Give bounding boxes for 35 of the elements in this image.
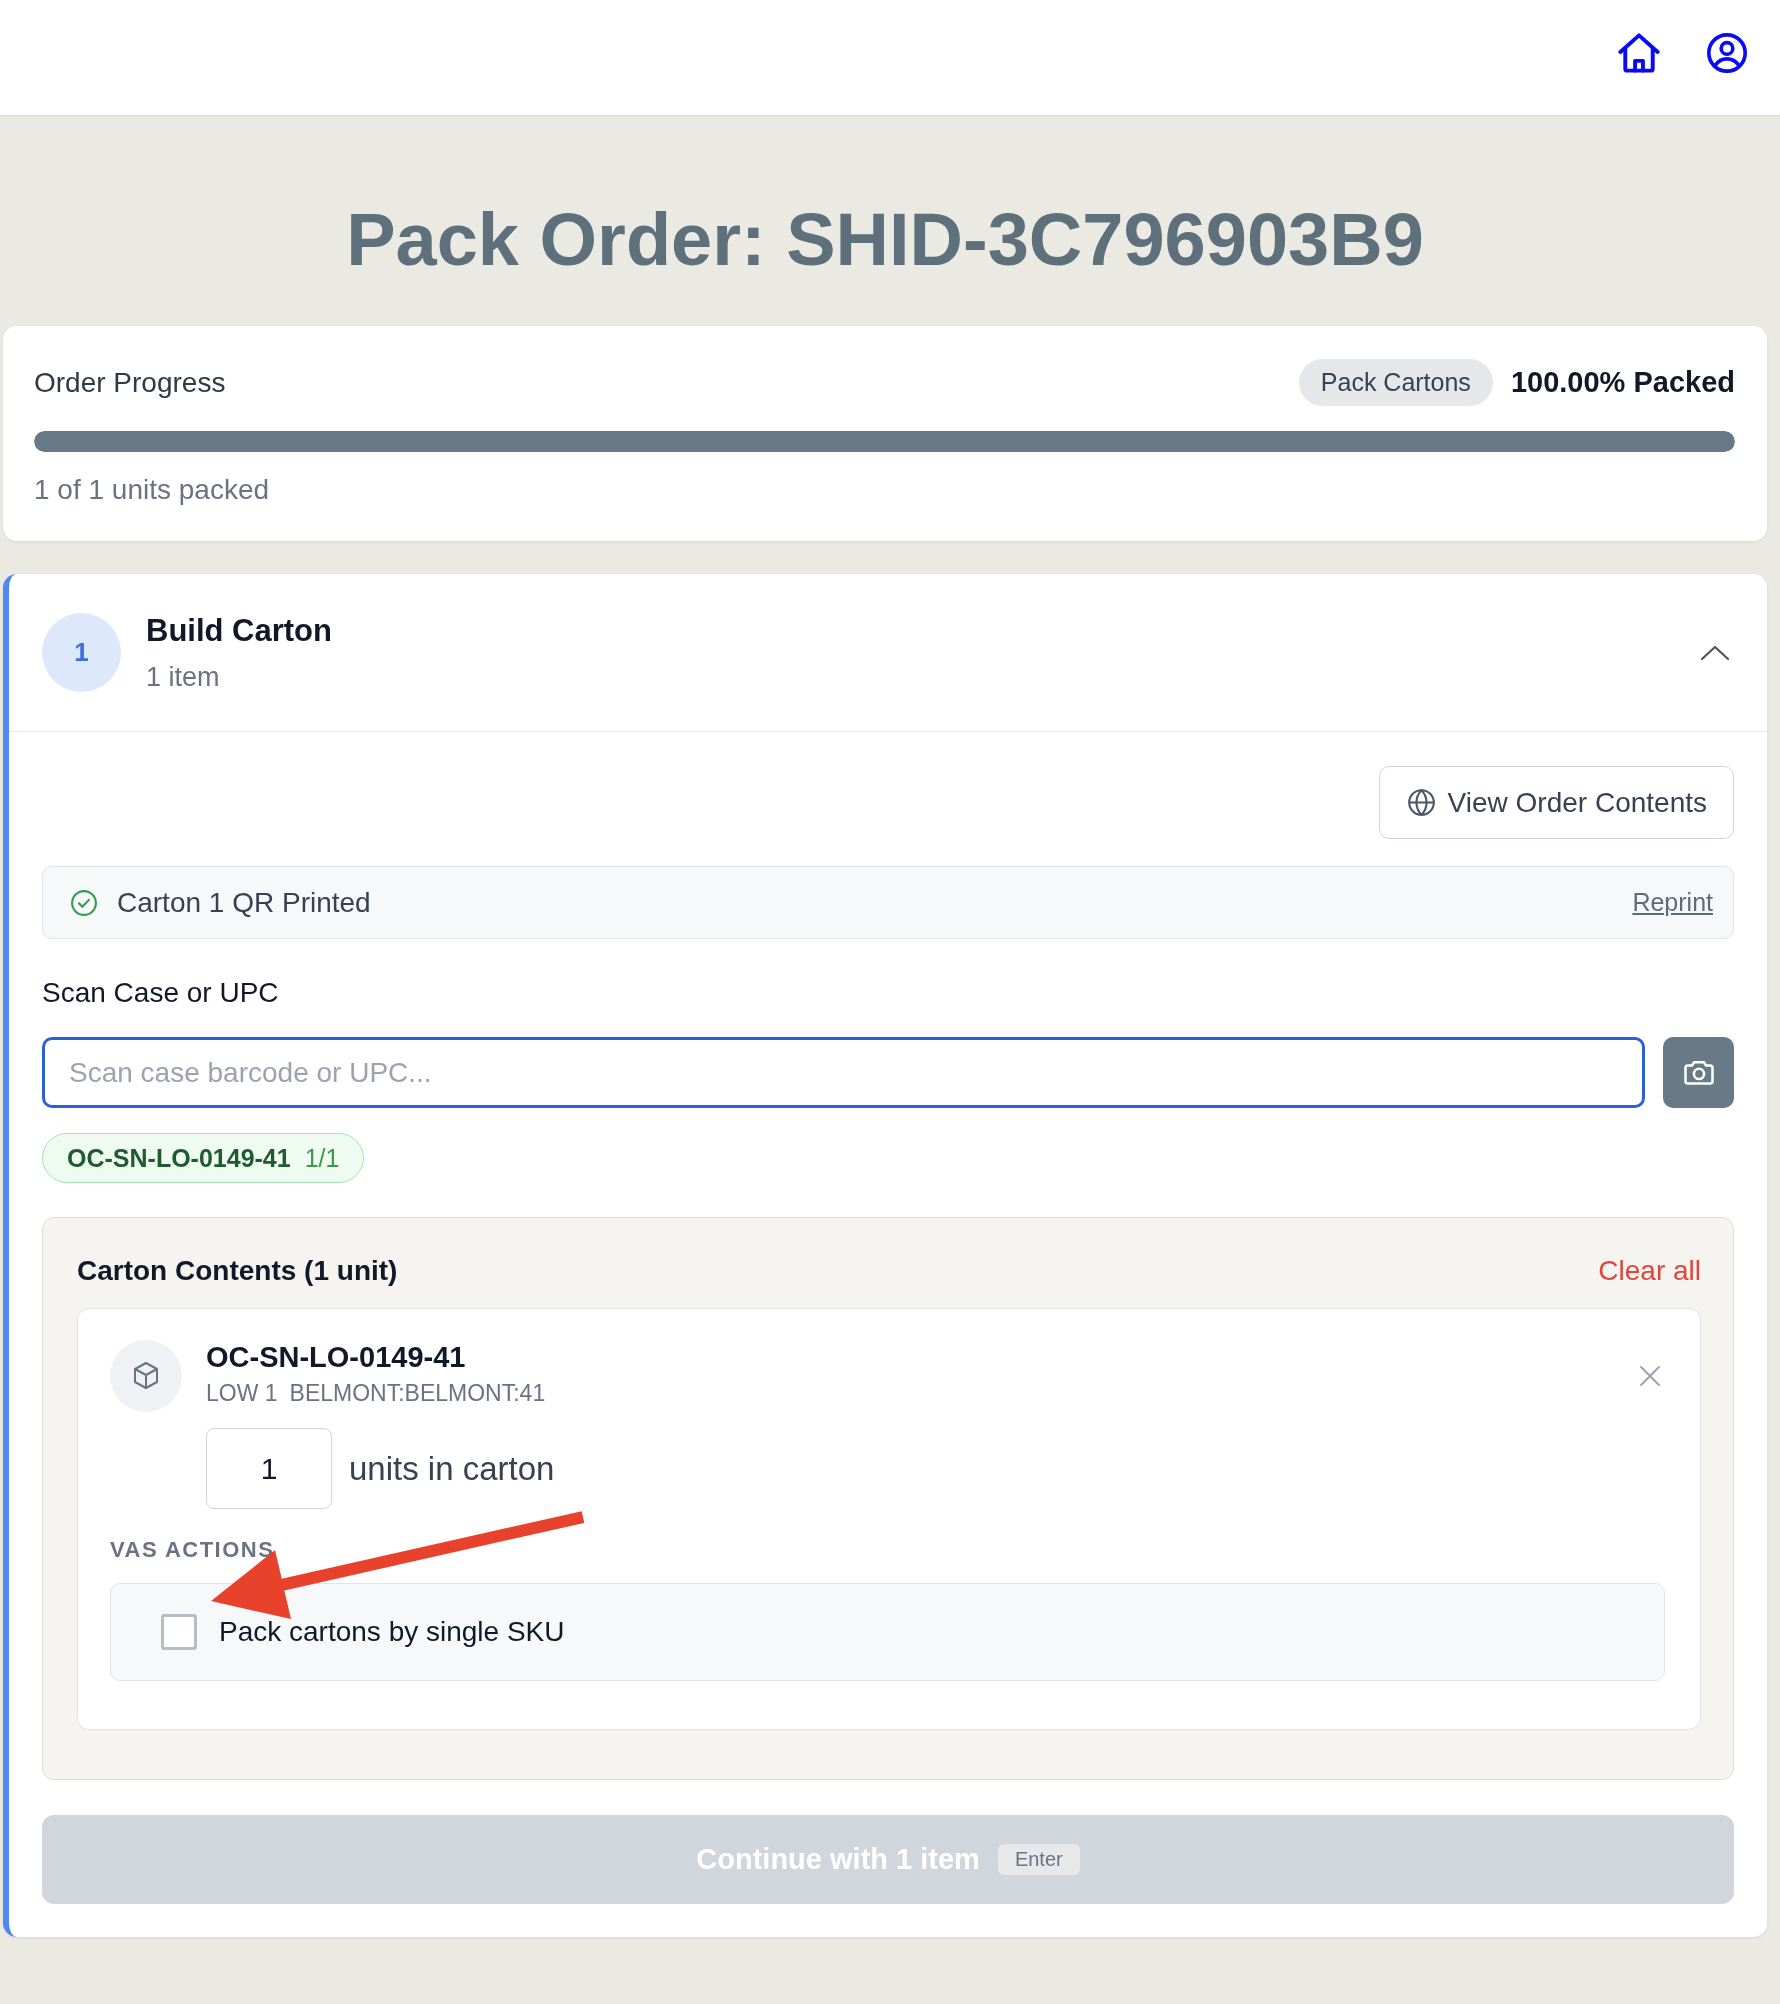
item-sku: OC-SN-LO-0149-41 — [206, 1340, 467, 1375]
sku-chip-code: OC-SN-LO-0149-41 — [67, 1143, 291, 1173]
vas-option-label: Pack cartons by single SKU — [219, 1616, 565, 1648]
reprint-link[interactable]: Reprint — [1632, 888, 1713, 917]
quantity-label: units in carton — [349, 1449, 555, 1488]
step-number: 1 — [42, 613, 121, 692]
item-detail: BELMONT:BELMONT:41 — [289, 1379, 546, 1407]
view-order-button[interactable]: View Order Contents — [1378, 766, 1734, 839]
progress-percent: 100.00% Packed — [1510, 366, 1735, 399]
vas-option[interactable]: Pack cartons by single SKU — [110, 1583, 1665, 1681]
camera-icon — [1683, 1060, 1714, 1085]
clear-all-button[interactable]: Clear all — [1598, 1255, 1701, 1287]
item-detail: LOW 1 — [206, 1379, 278, 1407]
progress-summary: 1 of 1 units packed — [34, 475, 271, 505]
home-icon[interactable] — [1618, 33, 1660, 73]
vas-heading: VAS ACTIONS — [110, 1537, 276, 1563]
sku-chip-count: 1/1 — [304, 1143, 340, 1173]
carton-contents-heading: Carton Contents (1 unit) — [77, 1255, 398, 1287]
check-circle-icon — [71, 889, 97, 916]
page-title: Pack Order: SHID-3C796903B9 — [345, 197, 1425, 283]
quantity-input[interactable]: 1 — [206, 1428, 332, 1509]
user-icon[interactable] — [1707, 33, 1747, 73]
globe-icon — [1407, 789, 1435, 816]
stage-badge: Pack Cartons — [1298, 359, 1493, 406]
step-subtitle: 1 item — [146, 661, 221, 693]
checkbox[interactable] — [161, 1614, 197, 1650]
progress-heading: Order Progress — [34, 366, 226, 399]
box-icon — [110, 1340, 182, 1412]
camera-button[interactable] — [1663, 1037, 1734, 1108]
enter-key-hint: Enter — [997, 1844, 1080, 1875]
scan-input[interactable]: Scan case barcode or UPC... — [42, 1037, 1645, 1108]
step-title: Build Carton — [146, 612, 332, 649]
qr-status-text: Carton 1 QR Printed — [117, 886, 371, 919]
scan-label: Scan Case or UPC — [42, 977, 280, 1009]
chevron-up-icon[interactable] — [1700, 644, 1730, 661]
